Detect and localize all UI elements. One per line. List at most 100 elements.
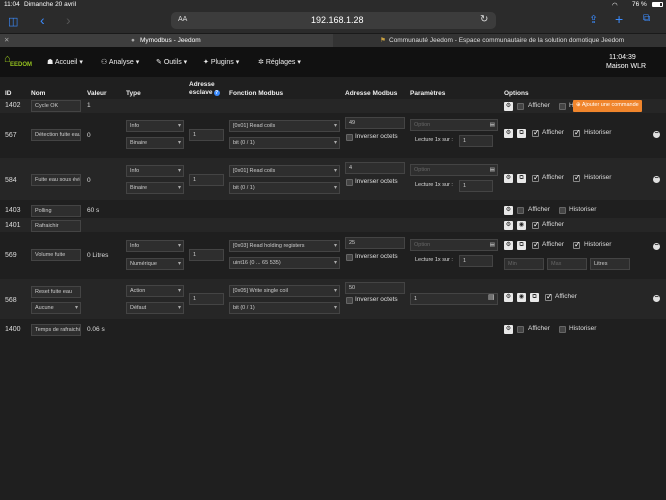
config-icon[interactable]: ⚙ bbox=[504, 221, 513, 230]
add-command-button[interactable]: ⊕ Ajouter une commande bbox=[573, 100, 642, 112]
remove-command-icon[interactable]: − bbox=[653, 294, 660, 302]
modbus-address-input[interactable]: 49 bbox=[345, 117, 405, 129]
tabs-overview-icon[interactable]: ⧉ bbox=[643, 13, 650, 24]
remove-command-icon[interactable]: − bbox=[653, 242, 660, 250]
format-select[interactable]: bit (0 / 1) bbox=[229, 137, 340, 149]
modbus-address-input[interactable]: 25 bbox=[345, 237, 405, 249]
afficher-checkbox[interactable] bbox=[532, 220, 540, 229]
share-icon[interactable]: ⇪ bbox=[589, 13, 598, 26]
url-text[interactable]: 192.168.1.28 bbox=[311, 15, 364, 25]
function-select[interactable]: [0x01] Read coils bbox=[229, 120, 340, 132]
name-input[interactable]: Reset fuite eau bbox=[31, 286, 81, 298]
list-icon[interactable]: ▤ bbox=[490, 120, 495, 130]
function-select[interactable]: [0x03] Read holding registers bbox=[229, 240, 340, 252]
type-select[interactable]: Info bbox=[126, 165, 184, 177]
option-input[interactable]: Option ▤ bbox=[410, 164, 498, 176]
address-bar[interactable]: AA 192.168.1.28 ↻ bbox=[171, 12, 496, 29]
option-input[interactable]: Option ▤ bbox=[410, 119, 498, 131]
list-icon[interactable]: ▤ bbox=[490, 165, 495, 175]
list-icon[interactable]: ▤ bbox=[490, 240, 495, 250]
menu-plugins[interactable]: ✦ Plugins ▾ bbox=[203, 58, 239, 66]
text-size-button[interactable]: AA bbox=[178, 16, 187, 23]
slave-input[interactable]: 1 bbox=[189, 249, 224, 261]
remove-command-icon[interactable]: − bbox=[653, 175, 660, 183]
subtype-select[interactable]: Numérique bbox=[126, 258, 184, 270]
name-input[interactable]: Cycle OK bbox=[31, 100, 81, 112]
config-icon[interactable]: ⚙ bbox=[504, 102, 513, 111]
afficher-checkbox[interactable] bbox=[532, 240, 540, 249]
menu-reglages[interactable]: ✲ Réglages ▾ bbox=[258, 58, 301, 66]
config-icon[interactable]: ⚙ bbox=[504, 325, 513, 334]
rss-icon[interactable]: ◉ bbox=[517, 221, 526, 230]
copy-icon[interactable]: ⧉ bbox=[530, 293, 539, 302]
option-input[interactable]: 1 bbox=[410, 293, 498, 305]
afficher-checkbox[interactable] bbox=[532, 173, 540, 182]
config-icon[interactable]: ⚙ bbox=[504, 206, 513, 215]
historiser-checkbox[interactable] bbox=[573, 240, 581, 249]
inverser-checkbox[interactable] bbox=[346, 134, 353, 141]
inverser-checkbox[interactable] bbox=[346, 179, 353, 186]
close-tab-icon[interactable]: ✕ bbox=[4, 34, 9, 48]
inverser-checkbox[interactable] bbox=[346, 297, 353, 304]
config-icon[interactable]: ⚙ bbox=[504, 129, 513, 138]
afficher-checkbox[interactable] bbox=[517, 207, 524, 214]
historiser-checkbox[interactable] bbox=[559, 326, 566, 333]
slave-input[interactable]: 1 bbox=[189, 174, 224, 186]
tab-communaute[interactable]: ⚑ Communauté Jeedom - Espace communautai… bbox=[334, 34, 666, 48]
slave-input[interactable]: 1 bbox=[189, 293, 224, 305]
name-input[interactable]: Rafraichir bbox=[31, 220, 81, 232]
sidebar-toggle-icon[interactable]: ◫ bbox=[8, 15, 18, 28]
name-input[interactable]: Temps de rafraichissement bbox=[31, 324, 81, 336]
name-input[interactable]: Fuite eau sous évier bbox=[31, 174, 81, 186]
type-select[interactable]: Action bbox=[126, 285, 184, 297]
modbus-address-input[interactable]: 4 bbox=[345, 162, 405, 174]
menu-accueil[interactable]: ☗ Accueil ▾ bbox=[47, 58, 83, 66]
modbus-address-input[interactable]: 50 bbox=[345, 282, 405, 294]
action-value-select[interactable]: Aucune bbox=[31, 302, 81, 314]
lecture-input[interactable]: 1 bbox=[459, 180, 493, 192]
jeedom-logo[interactable]: ⌂ EEDOM bbox=[4, 53, 36, 73]
menu-outils[interactable]: ✎ Outils ▾ bbox=[156, 58, 187, 66]
help-icon[interactable]: ? bbox=[213, 90, 220, 96]
forward-icon[interactable]: › bbox=[66, 12, 71, 28]
max-input[interactable]: Max bbox=[547, 258, 587, 270]
inverser-checkbox[interactable] bbox=[346, 254, 353, 261]
subtype-select[interactable]: Binaire bbox=[126, 182, 184, 194]
format-select[interactable]: bit (0 / 1) bbox=[229, 302, 340, 314]
copy-icon[interactable]: ⧉ bbox=[517, 129, 526, 138]
user-label[interactable]: Maison WLR bbox=[606, 63, 646, 70]
historiser-checkbox[interactable] bbox=[559, 207, 566, 214]
format-select[interactable]: bit (0 / 1) bbox=[229, 182, 340, 194]
slave-input[interactable]: 1 bbox=[189, 129, 224, 141]
config-icon[interactable]: ⚙ bbox=[504, 241, 513, 250]
historiser-checkbox[interactable] bbox=[573, 128, 581, 137]
config-icon[interactable]: ⚙ bbox=[504, 293, 513, 302]
afficher-checkbox[interactable] bbox=[517, 326, 524, 333]
tab-mymodbus[interactable]: ✕ ● Mymodbus - Jeedom bbox=[0, 34, 333, 48]
afficher-checkbox[interactable] bbox=[545, 292, 553, 301]
lecture-input[interactable]: 1 bbox=[459, 255, 493, 267]
min-input[interactable]: Min bbox=[504, 258, 544, 270]
format-select[interactable]: uint16 (0 ... 65 535) bbox=[229, 257, 340, 269]
lecture-input[interactable]: 1 bbox=[459, 135, 493, 147]
list-icon[interactable]: ▤ bbox=[488, 293, 495, 301]
copy-icon[interactable]: ⧉ bbox=[517, 241, 526, 250]
option-input[interactable]: Option ▤ bbox=[410, 239, 498, 251]
reload-icon[interactable]: ↻ bbox=[480, 14, 488, 25]
name-input[interactable]: Détection fuite eau bbox=[31, 129, 81, 141]
function-select[interactable]: [0x01] Read coils bbox=[229, 165, 340, 177]
config-icon[interactable]: ⚙ bbox=[504, 174, 513, 183]
remove-command-icon[interactable]: − bbox=[653, 130, 660, 138]
afficher-checkbox[interactable] bbox=[532, 128, 540, 137]
historiser-checkbox[interactable] bbox=[559, 103, 566, 110]
name-input[interactable]: Volume fuite bbox=[31, 249, 81, 261]
name-input[interactable]: Polling bbox=[31, 205, 81, 217]
subtype-select[interactable]: Binaire bbox=[126, 137, 184, 149]
historiser-checkbox[interactable] bbox=[573, 173, 581, 182]
copy-icon[interactable]: ⧉ bbox=[517, 174, 526, 183]
type-select[interactable]: Info bbox=[126, 240, 184, 252]
unit-input[interactable]: Litres bbox=[590, 258, 630, 270]
new-tab-icon[interactable]: + bbox=[615, 11, 623, 27]
afficher-checkbox[interactable] bbox=[517, 103, 524, 110]
type-select[interactable]: Info bbox=[126, 120, 184, 132]
